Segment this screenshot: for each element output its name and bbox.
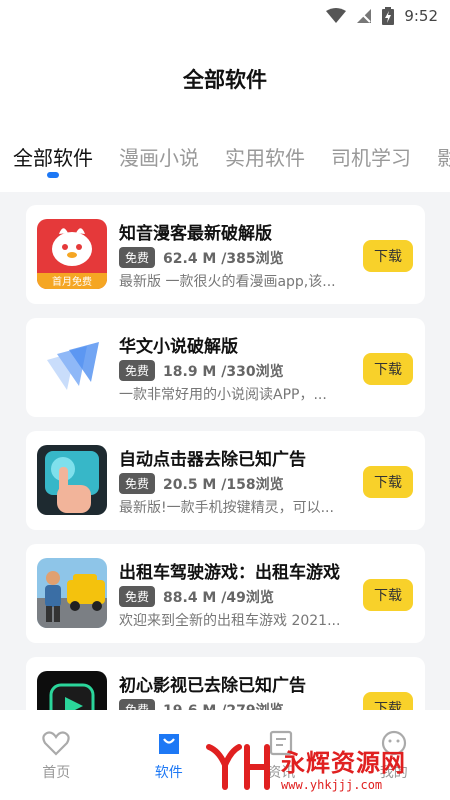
app-card[interactable]: 华文小说破解版 免费 18.9 M /330浏览 一款非常好用的小说阅读APP，… xyxy=(26,318,425,417)
watermark: 永辉资源网 www.yhkjjj.com xyxy=(205,738,445,796)
app-name: 自动点击器去除已知广告 xyxy=(119,450,306,470)
app-card[interactable]: 出租车驾驶游戏：出租车游戏 免费 88.4 M /49浏览 欢迎来到全新的出租车… xyxy=(26,544,425,643)
tab-driver-learning[interactable]: 司机学习 xyxy=(331,142,411,171)
app-card[interactable]: 自动点击器去除已知广告 免费 20.5 M /158浏览 最新版!一款手机按键精… xyxy=(26,431,425,530)
app-meta: 免费 62.4 M /385浏览 xyxy=(119,247,284,268)
free-badge: 免费 xyxy=(119,473,156,494)
free-badge: 免费 xyxy=(119,247,156,268)
download-button[interactable]: 下载 xyxy=(363,240,413,272)
tab-comics-novels[interactable]: 漫画小说 xyxy=(119,142,199,171)
free-badge: 免费 xyxy=(119,360,156,381)
watermark-logo xyxy=(206,744,270,790)
zhiyin-manke-icon: 首月免费 xyxy=(37,219,107,289)
icon-caption: 首月免费 xyxy=(52,275,92,288)
app-description: 最新版 一款很火的看漫画app,该... xyxy=(119,274,336,290)
download-button[interactable]: 下载 xyxy=(363,579,413,611)
app-name: 出租车驾驶游戏：出租车游戏 xyxy=(119,563,340,583)
auto-clicker-icon xyxy=(37,445,107,515)
free-badge: 免费 xyxy=(119,586,156,607)
download-button[interactable]: 下载 xyxy=(363,353,413,385)
nav-software[interactable]: 软件 xyxy=(124,730,214,782)
heart-icon xyxy=(42,731,70,756)
page-title: 全部软件 xyxy=(183,68,267,92)
huawen-novel-icon xyxy=(37,332,107,402)
no-signal-icon xyxy=(357,9,372,23)
nav-home-label: 首页 xyxy=(42,765,71,781)
active-tab-indicator xyxy=(47,172,59,178)
wifi-icon xyxy=(326,8,347,23)
tab-video[interactable]: 影 xyxy=(437,142,450,171)
app-stats: 20.5 M /158浏览 xyxy=(163,476,284,493)
app-description: 一款非常好用的小说阅读APP，... xyxy=(119,387,327,403)
watermark-url: www.yhkjjj.com xyxy=(281,777,383,792)
category-tabs: 全部软件 漫画小说 实用软件 司机学习 影 xyxy=(0,136,450,176)
app-description: 欢迎来到全新的出租车游戏 2021... xyxy=(119,613,341,629)
app-description: 最新版!一款手机按键精灵，可以... xyxy=(119,500,334,516)
app-meta: 免费 18.9 M /330浏览 xyxy=(119,360,284,381)
watermark-text: 永辉资源网 xyxy=(281,748,406,777)
tab-utility-software[interactable]: 实用软件 xyxy=(225,142,305,171)
app-meta: 免费 20.5 M /158浏览 xyxy=(119,473,284,494)
app-name: 知音漫客最新破解版 xyxy=(119,224,272,244)
app-name: 华文小说破解版 xyxy=(119,337,238,357)
nav-home[interactable]: 首页 xyxy=(11,730,101,782)
app-meta: 免费 88.4 M /49浏览 xyxy=(119,586,274,607)
status-time: 9:52 xyxy=(404,7,438,25)
nav-software-label: 软件 xyxy=(154,765,183,781)
app-stats: 62.4 M /385浏览 xyxy=(163,250,284,267)
status-bar: 9:52 xyxy=(0,0,450,32)
app-name: 初心影视已去除已知广告 xyxy=(119,676,306,696)
app-stats: 18.9 M /330浏览 xyxy=(163,363,284,380)
app-list: 首月免费 知音漫客最新破解版 免费 62.4 M /385浏览 最新版 一款很火… xyxy=(26,205,425,770)
app-stats: 88.4 M /49浏览 xyxy=(163,589,274,606)
download-button[interactable]: 下载 xyxy=(363,466,413,498)
app-card[interactable]: 首月免费 知音漫客最新破解版 免费 62.4 M /385浏览 最新版 一款很火… xyxy=(26,205,425,304)
battery-icon xyxy=(382,7,395,25)
header: 全部软件 全部软件 漫画小说 实用软件 司机学习 影 xyxy=(0,32,450,192)
bag-icon xyxy=(158,734,179,754)
tab-all-software[interactable]: 全部软件 xyxy=(13,142,93,171)
taxi-game-icon xyxy=(37,558,107,628)
